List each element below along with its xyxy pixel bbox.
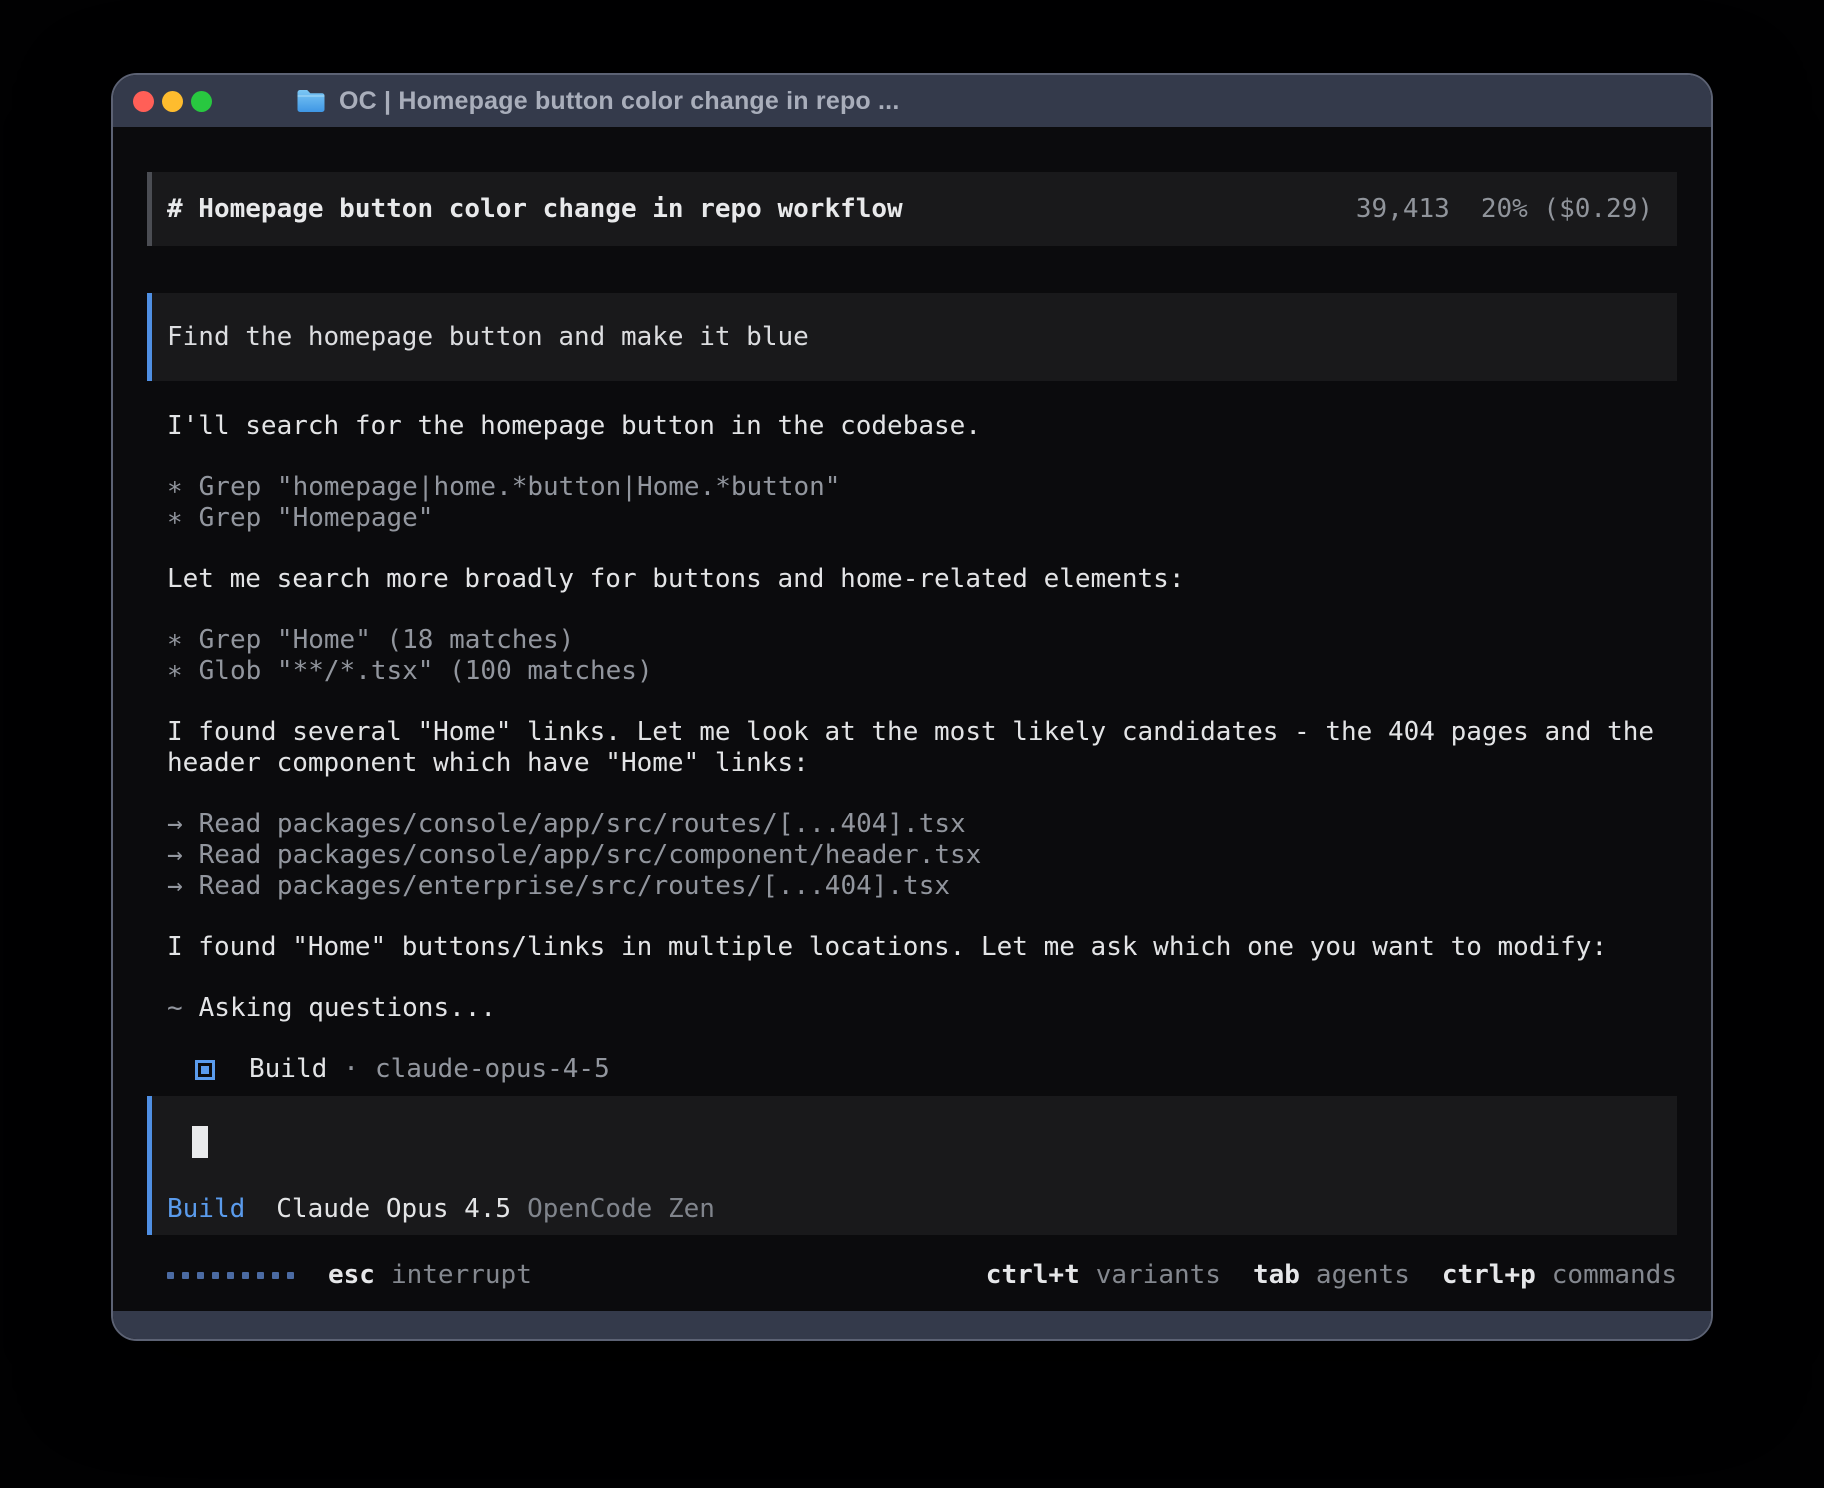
tool-call-label: Read packages/console/app/src/component/…	[199, 840, 982, 871]
tool-arrow-icon: →	[167, 809, 183, 840]
tool-bullet-icon: ∗	[167, 625, 183, 656]
session-title: # Homepage button color change in repo w…	[167, 194, 903, 225]
user-message: Find the homepage button and make it blu…	[147, 293, 1677, 381]
tool-arrow-icon: →	[167, 840, 183, 871]
token-count: 39,413	[1356, 194, 1450, 225]
text-cursor	[192, 1126, 208, 1158]
agent-model-line: Build · claude-opus-4-5	[195, 1054, 1677, 1085]
input-meta: Build Claude Opus 4.5 OpenCode Zen	[167, 1194, 1677, 1225]
bottom-group: Build Claude Opus 4.5 OpenCode Zen esc i…	[147, 1096, 1677, 1291]
activity-status: ~ Asking questions...	[167, 993, 1677, 1024]
tool-call-label: Read packages/enterprise/src/routes/[...…	[199, 871, 950, 902]
spinner-dots-icon	[167, 1272, 294, 1279]
shortcut-key: ctrl+t	[986, 1260, 1080, 1291]
context-usage-cost: 20% ($0.29)	[1481, 194, 1653, 225]
minimize-button[interactable]	[162, 91, 183, 112]
tool-bullet-icon: ∗	[167, 472, 183, 503]
agent-name: Build	[249, 1054, 327, 1085]
shortcut-hints: ctrl+t variants tab agents ctrl+p comman…	[986, 1260, 1677, 1291]
folder-icon	[296, 88, 326, 114]
session-stats: 39,413 20% ($0.29)	[1356, 194, 1653, 225]
shortcut-label: variants	[1096, 1260, 1221, 1291]
assistant-text: I found several "Home" links. Let me loo…	[167, 717, 1677, 748]
tool-call: → Read packages/enterprise/src/routes/[.…	[167, 871, 1677, 902]
zoom-button[interactable]	[191, 91, 212, 112]
agent-badge-icon	[195, 1060, 215, 1080]
shortcut-esc: esc interrupt	[328, 1260, 532, 1291]
desktop: OC | Homepage button color change in rep…	[0, 0, 1824, 1488]
tool-call-label: Glob "**/*.tsx" (100 matches)	[199, 656, 653, 687]
terminal-content: # Homepage button color change in repo w…	[113, 127, 1711, 1311]
tool-bullet-icon: ∗	[167, 503, 183, 534]
tool-bullet-icon: ∗	[167, 656, 183, 687]
tool-call-label: Grep "homepage|home.*button|Home.*button…	[199, 472, 841, 503]
titlebar-title-group: OC | Homepage button color change in rep…	[296, 87, 899, 116]
shortcut-key: ctrl+p	[1442, 1260, 1536, 1291]
tool-call-label: Grep "Homepage"	[199, 503, 434, 534]
esc-key: esc	[328, 1260, 375, 1291]
shortcut-commands: ctrl+p commands	[1442, 1260, 1677, 1291]
tool-call: → Read packages/console/app/src/componen…	[167, 840, 1677, 871]
shortcut-label: agents	[1316, 1260, 1410, 1291]
status-bar: esc interrupt ctrl+t variants tab agents	[147, 1260, 1677, 1291]
assistant-text: I'll search for the homepage button in t…	[167, 411, 1677, 442]
window-title: OC | Homepage button color change in rep…	[339, 87, 899, 116]
input-provider-label: OpenCode Zen	[527, 1194, 715, 1225]
window-controls	[133, 91, 212, 112]
assistant-text: I found "Home" buttons/links in multiple…	[167, 932, 1677, 963]
titlebar[interactable]: OC | Homepage button color change in rep…	[113, 75, 1711, 127]
assistant-text: Let me search more broadly for buttons a…	[167, 564, 1677, 595]
tool-call: ∗ Glob "**/*.tsx" (100 matches)	[167, 656, 1677, 687]
terminal-window: OC | Homepage button color change in rep…	[111, 73, 1713, 1341]
assistant-transcript[interactable]: I'll search for the homepage button in t…	[147, 381, 1677, 1085]
tool-call: ∗ Grep "Home" (18 matches)	[167, 625, 1677, 656]
close-button[interactable]	[133, 91, 154, 112]
session-header: # Homepage button color change in repo w…	[147, 172, 1677, 246]
input-model-label[interactable]: Claude Opus 4.5	[276, 1194, 511, 1225]
tool-call: → Read packages/console/app/src/routes/[…	[167, 809, 1677, 840]
input-agent-label[interactable]: Build	[167, 1194, 245, 1225]
shortcut-key: tab	[1253, 1260, 1300, 1291]
assistant-text: header component which have "Home" links…	[167, 748, 1677, 779]
tilde-icon: ~	[167, 993, 183, 1024]
shortcut-label: commands	[1552, 1260, 1677, 1291]
tool-call-label: Grep "Home" (18 matches)	[199, 625, 575, 656]
prompt-input[interactable]: Build Claude Opus 4.5 OpenCode Zen	[147, 1096, 1677, 1235]
esc-label: interrupt	[391, 1260, 532, 1291]
activity-label: Asking questions...	[199, 993, 496, 1024]
dot-separator: ·	[343, 1054, 359, 1085]
window-bottom-edge	[113, 1311, 1711, 1339]
tool-call-label: Read packages/console/app/src/routes/[..…	[199, 809, 966, 840]
model-name: claude-opus-4-5	[375, 1054, 610, 1085]
shortcut-variants: ctrl+t variants	[986, 1260, 1221, 1291]
tool-call: ∗ Grep "Homepage"	[167, 503, 1677, 534]
user-message-text: Find the homepage button and make it blu…	[167, 322, 809, 353]
tool-arrow-icon: →	[167, 871, 183, 902]
shortcut-agents: tab agents	[1253, 1260, 1410, 1291]
tool-call: ∗ Grep "homepage|home.*button|Home.*butt…	[167, 472, 1677, 503]
